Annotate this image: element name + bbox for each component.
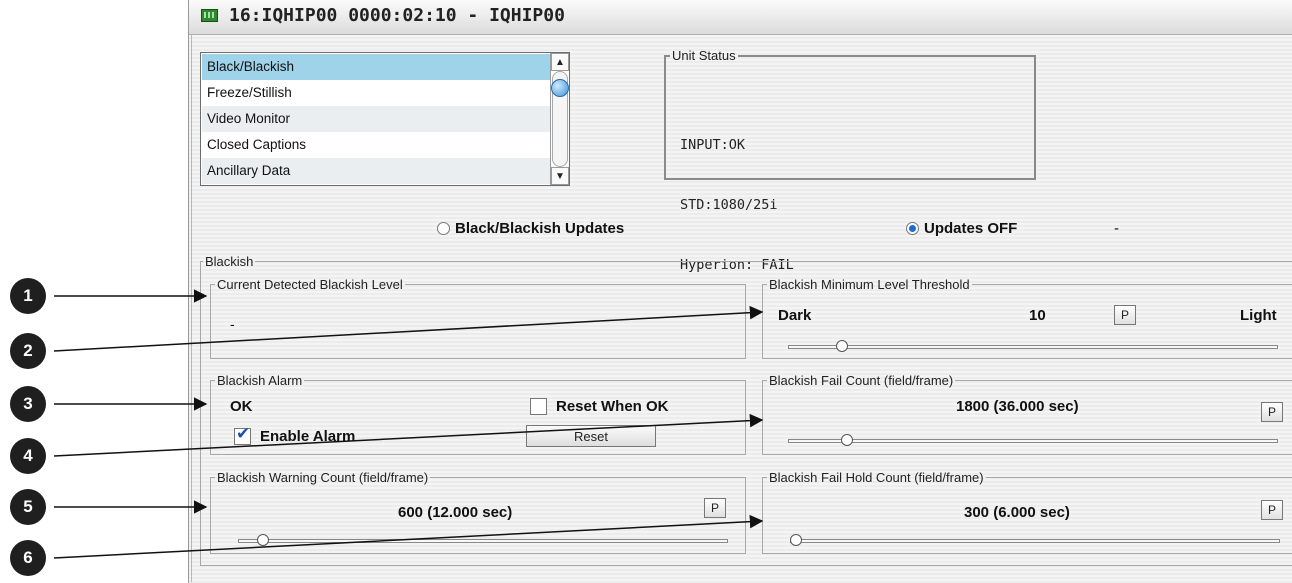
fail-count-legend: Blackish Fail Count (field/frame): [769, 373, 954, 388]
enable-alarm-checkbox[interactable]: [234, 424, 251, 445]
radio-label: Updates OFF: [924, 220, 1018, 237]
list-scrollbar[interactable]: ▲ ▼: [550, 53, 569, 185]
unit-status-group: Unit Status INPUT:OK STD:1080/25i Hyperi…: [664, 48, 1036, 273]
slider-thumb[interactable]: [257, 534, 269, 546]
callout-1: 1: [10, 278, 46, 314]
status-input: INPUT:OK: [680, 137, 746, 153]
current-level-value: -: [230, 316, 235, 332]
fail-count-slider[interactable]: [788, 434, 1278, 446]
slider-thumb[interactable]: [836, 340, 848, 352]
fail-count-value: 1800 (36.000 sec): [956, 398, 1079, 415]
callout-4: 4: [10, 438, 46, 474]
reset-button[interactable]: Reset: [526, 425, 656, 447]
min-threshold-legend: Blackish Minimum Level Threshold: [769, 277, 970, 292]
threshold-light-label: Light: [1240, 307, 1277, 324]
radio-label: Black/Blackish Updates: [455, 220, 625, 237]
current-level-group: Current Detected Blackish Level: [210, 277, 746, 359]
title-bar[interactable]: 16:IQHIP00 0000:02:10 - IQHIP00: [189, 0, 1292, 35]
slider-thumb[interactable]: [841, 434, 853, 446]
fail-hold-count-slider[interactable]: [790, 534, 1280, 546]
list-item-video-monitor[interactable]: Video Monitor: [202, 106, 551, 132]
list-item-freeze-stillish[interactable]: Freeze/Stillish: [202, 80, 551, 106]
chevron-down-icon: ▼: [555, 170, 565, 182]
slider-track: [238, 539, 728, 543]
slider-track: [788, 345, 1278, 349]
scroll-thumb[interactable]: [551, 79, 569, 97]
scroll-up-button[interactable]: ▲: [551, 53, 569, 71]
list-item-black-blackish[interactable]: Black/Blackish: [202, 54, 551, 80]
updates-value: -: [1114, 220, 1119, 237]
blackish-legend: Blackish: [205, 254, 254, 269]
callout-5: 5: [10, 489, 46, 525]
radio-button-selected[interactable]: [906, 222, 919, 235]
reset-when-ok-label: Reset When OK: [556, 398, 669, 415]
slider-track: [790, 539, 1280, 543]
fail-hold-count-legend: Blackish Fail Hold Count (field/frame): [769, 470, 984, 485]
alarm-legend: Blackish Alarm: [217, 373, 303, 388]
fail-hold-count-value: 300 (6.000 sec): [964, 504, 1070, 521]
slider-track: [788, 439, 1278, 443]
status-std: STD:1080/25i: [680, 197, 778, 213]
enable-alarm-label: Enable Alarm: [260, 428, 356, 445]
alarm-status: OK: [230, 398, 253, 415]
fail-hold-count-preset-button[interactable]: P: [1261, 500, 1283, 520]
unit-status-legend: Unit Status: [672, 48, 736, 63]
callout-2: 2: [10, 333, 46, 369]
warning-count-legend: Blackish Warning Count (field/frame): [217, 470, 429, 485]
radio-black-blackish-updates[interactable]: Black/Blackish Updates: [437, 220, 624, 237]
warning-count-value: 600 (12.000 sec): [398, 504, 513, 521]
threshold-dark-label: Dark: [778, 307, 812, 324]
radio-button[interactable]: [437, 222, 450, 235]
threshold-slider[interactable]: [788, 340, 1278, 352]
chevron-up-icon: ▲: [555, 56, 565, 68]
callout-6: 6: [10, 540, 46, 576]
list-item-ancillary-data[interactable]: Ancillary Data: [202, 158, 551, 184]
reset-when-ok-checkbox[interactable]: [530, 398, 547, 415]
window-title: 16:IQHIP00 0000:02:10 - IQHIP00: [229, 5, 565, 26]
monitor-icon: [201, 9, 218, 22]
threshold-value: 10: [1029, 307, 1046, 324]
category-listbox[interactable]: Black/Blackish Freeze/Stillish Video Mon…: [200, 52, 570, 186]
callout-3: 3: [10, 386, 46, 422]
warning-count-preset-button[interactable]: P: [704, 498, 726, 518]
list-item-closed-captions[interactable]: Closed Captions: [202, 132, 551, 158]
threshold-preset-button[interactable]: P: [1114, 305, 1136, 325]
fail-count-preset-button[interactable]: P: [1261, 402, 1283, 422]
scroll-down-button[interactable]: ▼: [551, 167, 569, 185]
slider-thumb[interactable]: [790, 534, 802, 546]
warning-count-slider[interactable]: [238, 534, 728, 546]
current-level-legend: Current Detected Blackish Level: [217, 277, 403, 292]
radio-updates-off[interactable]: Updates OFF: [906, 220, 1017, 237]
